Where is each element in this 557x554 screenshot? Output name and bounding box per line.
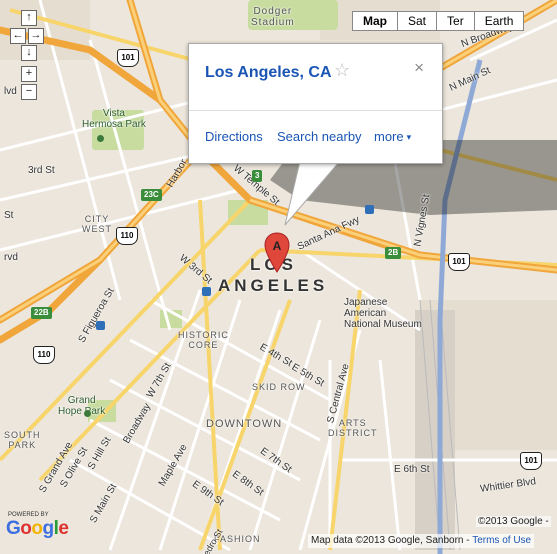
- st-west-label: St: [4, 210, 14, 221]
- footer-separator: -: [463, 535, 473, 546]
- map-data-label: Map data ©2013 Google, Sanborn: [311, 535, 464, 546]
- info-window-title[interactable]: Los Angeles, CA: [205, 64, 332, 82]
- us101-shield: 101: [117, 49, 139, 67]
- metro-station-icon: [202, 287, 211, 296]
- copyright-label: ©2013 Google -: [476, 516, 551, 527]
- map-type-ter-button[interactable]: Ter: [436, 11, 475, 31]
- map-type-map-button[interactable]: Map: [352, 11, 398, 31]
- historic-core-label: HISTORIC CORE: [178, 330, 229, 350]
- chevron-down-icon: ▾: [406, 132, 412, 143]
- zoom-in-button[interactable]: +: [21, 66, 37, 82]
- more-link[interactable]: more ▾: [374, 129, 411, 144]
- bus-station-icon: [365, 205, 374, 214]
- japanese-museum-label: Japanese American National Museum: [344, 297, 422, 330]
- blvd-fragment-label: rvd: [4, 252, 18, 263]
- marker-letter: A: [273, 239, 282, 253]
- skid-row-label: SKID ROW: [252, 382, 306, 392]
- park-icon: [97, 135, 104, 142]
- pan-left-button[interactable]: ←: [10, 28, 26, 44]
- downtown-label: DOWNTOWN: [206, 418, 283, 430]
- south-park-label: SOUTH PARK: [4, 430, 41, 450]
- map-type-earth-button[interactable]: Earth: [473, 11, 525, 31]
- blvd-fragment-label-2: lvd: [4, 86, 17, 97]
- map-canvas[interactable]: Dodger Stadium Vista Hermosa Park CITY WEST…: [0, 0, 557, 554]
- e-6th-st-label: E 6th St: [394, 464, 430, 475]
- exit-3-badge: 3: [252, 170, 263, 182]
- 3rd-st-west-label: 3rd St: [28, 165, 55, 176]
- i110-shield: 110: [33, 346, 55, 364]
- city-name-line2: ANGELES: [218, 276, 329, 295]
- i110-shield: 110: [116, 227, 138, 245]
- close-icon[interactable]: ×: [414, 58, 424, 78]
- zoom-out-button[interactable]: −: [21, 84, 37, 100]
- pan-right-button[interactable]: →: [28, 28, 44, 44]
- search-nearby-link[interactable]: Search nearby: [277, 129, 362, 144]
- info-window: Los Angeles, CA ☆ × Directions Search ne…: [188, 43, 443, 164]
- info-window-divider: [189, 110, 442, 111]
- exit-22b-badge: 22B: [31, 307, 52, 319]
- vista-hermosa-park-label: Vista Hermosa Park: [82, 108, 146, 130]
- directions-link[interactable]: Directions: [205, 129, 263, 144]
- terms-of-use-link[interactable]: Terms of Use: [472, 535, 531, 546]
- park-icon: [84, 410, 91, 417]
- map-type-control: Map Sat Ter Earth: [352, 11, 525, 31]
- location-marker-icon[interactable]: A: [264, 232, 290, 274]
- dodger-stadium-label: Dodger Stadium: [251, 6, 295, 28]
- pan-down-button[interactable]: ↓: [21, 45, 37, 61]
- map-type-sat-button[interactable]: Sat: [397, 11, 438, 31]
- star-icon[interactable]: ☆: [334, 60, 350, 81]
- pan-up-button[interactable]: ↑: [21, 10, 37, 26]
- us101-shield: 101: [448, 253, 470, 271]
- exit-2b-badge: 2B: [385, 247, 402, 259]
- map-footer: Map data ©2013 Google, Sanborn - Terms o…: [308, 534, 535, 548]
- city-west-label: CITY WEST: [82, 214, 112, 234]
- us101-shield: 101: [520, 452, 542, 470]
- exit-23c-badge: 23C: [141, 189, 162, 201]
- grand-hope-park-label: Grand Hope Park: [58, 395, 106, 417]
- google-logo[interactable]: Google: [6, 518, 69, 540]
- metro-station-icon: [96, 321, 105, 330]
